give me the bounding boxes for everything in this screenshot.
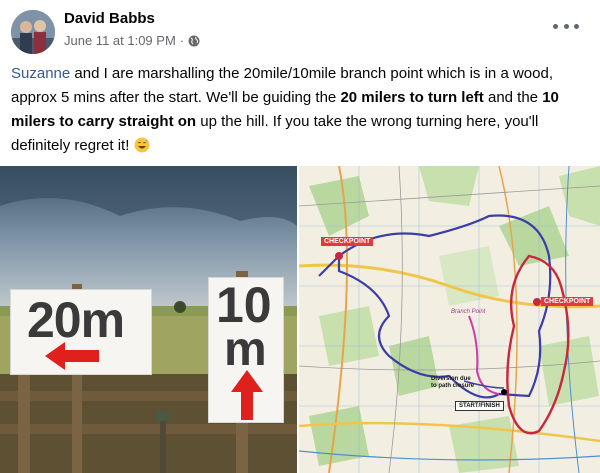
- post-meta: June 11 at 1:09 PM ·: [64, 33, 200, 48]
- photo-route-map[interactable]: CHECKPOINT CHECKPOINT Branch Point Diver…: [299, 166, 600, 473]
- grinning-sweat-emoji: [134, 137, 150, 153]
- post-timestamp[interactable]: June 11 at 1:09 PM: [64, 33, 176, 48]
- branch-point-label: Branch Point: [451, 309, 486, 315]
- post-text-bold1: 20 milers to turn left: [340, 89, 484, 106]
- sign-20-miles: 20m: [10, 289, 152, 375]
- post-text-part2: and the: [483, 89, 543, 106]
- globe-icon[interactable]: [188, 35, 200, 47]
- avatar[interactable]: [11, 10, 55, 54]
- start-finish-label: START/FINISH: [455, 401, 504, 411]
- author-name[interactable]: David Babbs: [64, 10, 155, 27]
- meta-separator: ·: [179, 33, 185, 48]
- up-arrow-icon: [231, 370, 263, 420]
- diversion-label: Diversion due to path closure: [431, 376, 475, 389]
- photo-signs[interactable]: 20m 10 m: [0, 166, 297, 473]
- checkpoint-label-2: CHECKPOINT: [541, 297, 594, 306]
- post-header: David Babbs June 11 at 1:09 PM ·: [0, 0, 600, 58]
- post-text: Suzanne and I are marshalling the 20mile…: [11, 62, 591, 158]
- left-arrow-icon: [45, 342, 99, 370]
- more-options-icon[interactable]: [553, 18, 579, 34]
- sign-10-label-bottom: m: [224, 323, 267, 376]
- sign-10-miles: 10 m: [208, 277, 284, 423]
- checkpoint-label-1: CHECKPOINT: [321, 237, 374, 246]
- mention-link[interactable]: Suzanne: [11, 65, 70, 82]
